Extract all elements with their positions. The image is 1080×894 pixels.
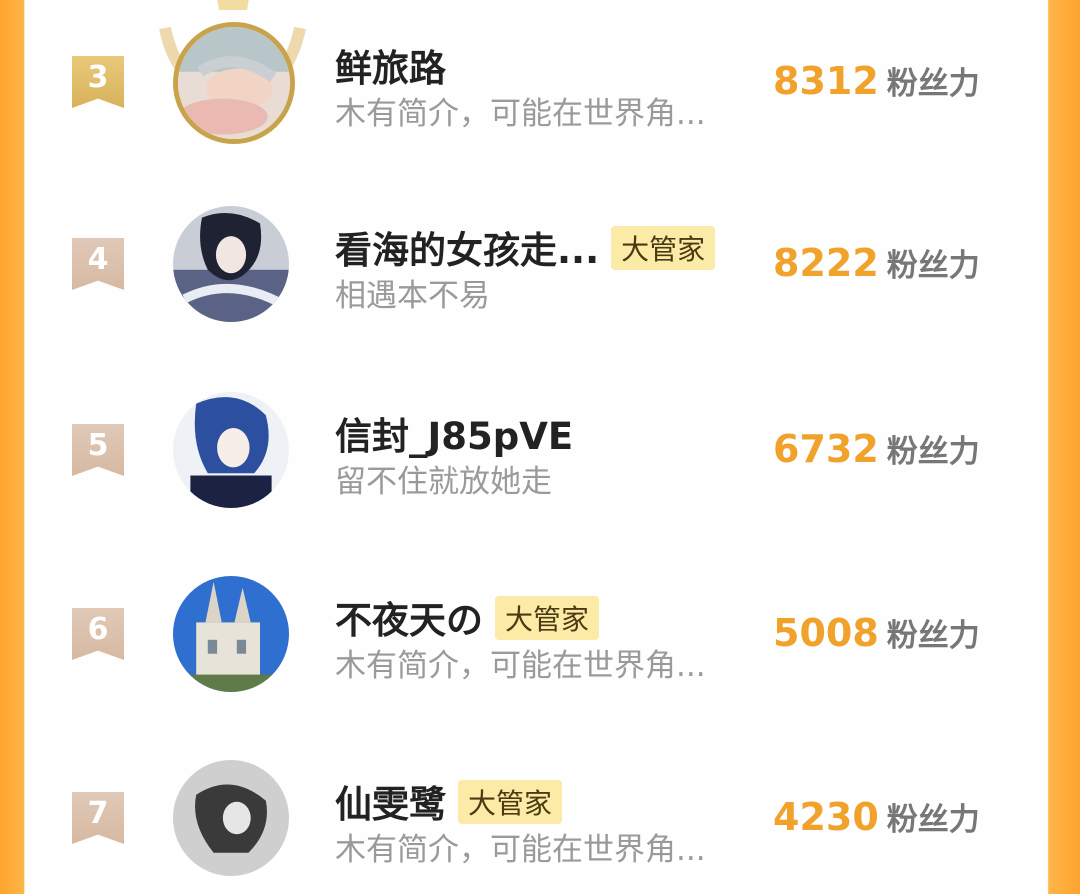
fan-ranking-list: 3 鲜旅路 木有简介，可能在世界角... 8312 粉丝力 4 看海的女孩走..… — [30, 0, 1045, 876]
user-name[interactable]: 鲜旅路 — [335, 38, 446, 92]
rank-ribbon: 5 — [72, 424, 124, 476]
fan-power-unit: 粉丝力 — [886, 248, 980, 284]
user-name[interactable]: 不夜天の 大管家 — [335, 590, 600, 644]
fan-power: 5008 粉丝力 — [773, 610, 980, 655]
list-item-rank-7[interactable]: 7 仙雯鹭 大管家 木有简介，可能在世界角... 4230 粉丝力 — [30, 744, 1045, 894]
fan-power-value: 6732 — [773, 427, 879, 471]
fan-power: 4230 粉丝力 — [773, 794, 980, 839]
fan-power: 6732 粉丝力 — [773, 426, 980, 471]
avatar-church-icon[interactable] — [173, 576, 289, 692]
user-bio: 木有简介，可能在世界角... — [335, 648, 706, 684]
fan-power-unit: 粉丝力 — [886, 66, 980, 102]
rank-ribbon: 3 — [72, 56, 124, 108]
list-item-rank-3[interactable]: 3 鲜旅路 木有简介，可能在世界角... 8312 粉丝力 — [30, 0, 1045, 158]
steward-badge: 大管家 — [458, 780, 563, 824]
fan-power-unit: 粉丝力 — [886, 618, 980, 654]
avatar-bw-portrait-icon[interactable] — [173, 760, 289, 876]
list-item-rank-6[interactable]: 6 不夜天の 大管家 木有简介，可能在世界角... 5008 粉丝力 — [30, 560, 1045, 710]
user-name[interactable]: 看海的女孩走... 大管家 — [335, 220, 716, 274]
user-name[interactable]: 信封_J85pVE — [335, 406, 573, 460]
fan-power-value: 4230 — [773, 795, 879, 839]
avatar-blue-hair-icon[interactable] — [173, 392, 289, 508]
fan-power-value: 8312 — [773, 59, 879, 103]
user-bio: 留不住就放她走 — [335, 464, 552, 500]
rank-ribbon: 7 — [72, 792, 124, 844]
steward-badge: 大管家 — [495, 596, 600, 640]
rank-ribbon: 6 — [72, 608, 124, 660]
steward-badge: 大管家 — [611, 226, 716, 270]
fan-power-unit: 粉丝力 — [886, 802, 980, 838]
list-item-rank-4[interactable]: 4 看海的女孩走... 大管家 相遇本不易 8222 粉丝力 — [30, 190, 1045, 340]
fan-power: 8312 粉丝力 — [773, 58, 980, 103]
user-bio: 木有简介，可能在世界角... — [335, 96, 706, 132]
avatar-anime-boy-icon[interactable] — [173, 206, 289, 322]
user-bio: 木有简介，可能在世界角... — [335, 832, 706, 868]
user-bio: 相遇本不易 — [335, 278, 490, 314]
user-name[interactable]: 仙雯鹭 大管家 — [335, 774, 563, 828]
fan-power-unit: 粉丝力 — [886, 434, 980, 470]
avatar-girl-lying-icon[interactable] — [173, 22, 295, 144]
list-item-rank-5[interactable]: 5 信封_J85pVE 留不住就放她走 6732 粉丝力 — [30, 376, 1045, 526]
fan-power-value: 5008 — [773, 611, 879, 655]
rank-ribbon: 4 — [72, 238, 124, 290]
fan-power-value: 8222 — [773, 241, 879, 285]
fan-power: 8222 粉丝力 — [773, 240, 980, 285]
